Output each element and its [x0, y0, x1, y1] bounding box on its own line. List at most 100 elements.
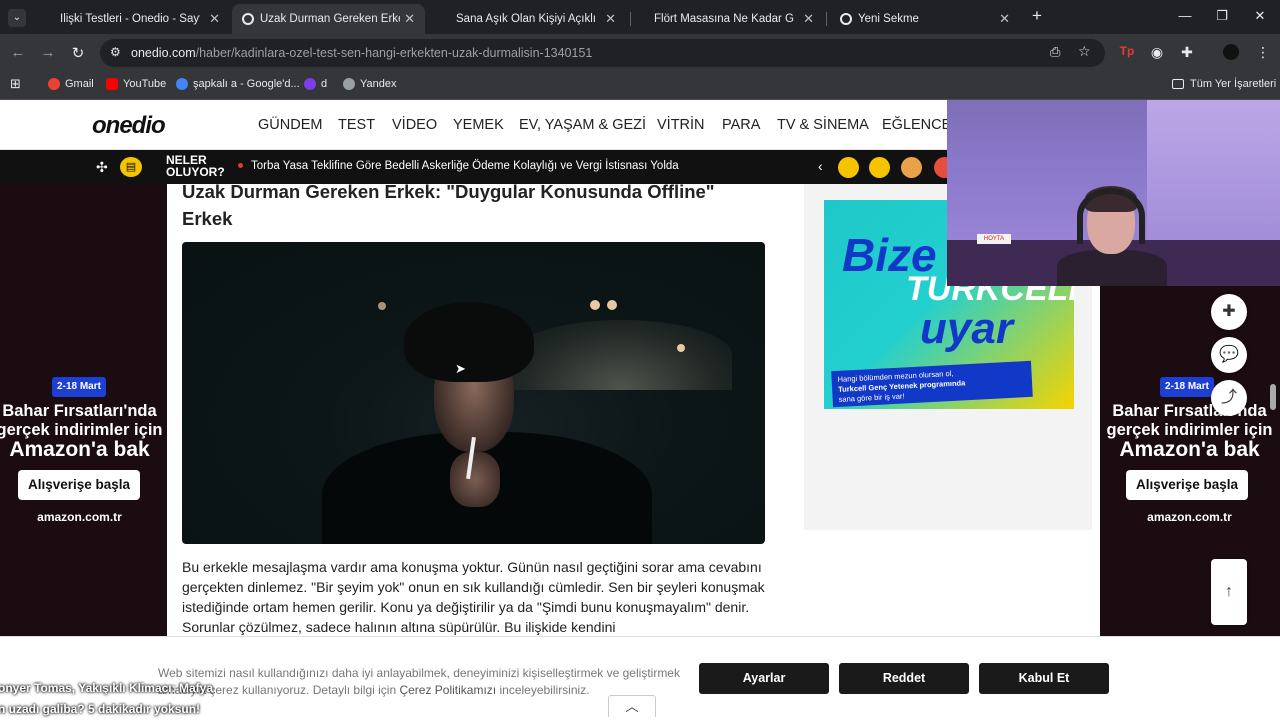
bookmark-add-icon[interactable]: ✚: [1211, 294, 1247, 330]
close-icon[interactable]: ✕: [404, 11, 415, 27]
cookie-policy-link[interactable]: Çerez Politikamızı: [399, 683, 496, 697]
apps-grid-icon[interactable]: ⊞: [10, 76, 21, 92]
extension-cookie-icon[interactable]: ◉: [1148, 44, 1166, 61]
bookmark-google[interactable]: şapkalı a - Google'd...: [176, 78, 300, 90]
ad-word-uyar: uyar: [920, 304, 1013, 353]
bookmark-gmail[interactable]: Gmail: [48, 78, 94, 90]
article-paragraph: Bu erkekle mesajlaşma vardır ama konuşma…: [182, 559, 765, 635]
photo-bg-dome: [512, 320, 732, 390]
ad-date-badge: 2-18 Mart: [52, 377, 106, 397]
categories-grid-icon[interactable]: ✣: [96, 159, 108, 176]
tab-4[interactable]: Flört Masasına Ne Kadar Güçlü ✕: [634, 4, 824, 34]
subtitle-line-1: onyer Tomas, Yakışıklı Klimacı: Mafya: [0, 681, 213, 695]
address-bar[interactable]: ⚙ onedio.com/haber/kadinlara-ozel-test-s…: [100, 39, 1105, 67]
close-icon[interactable]: ✕: [605, 11, 616, 27]
site-info-icon[interactable]: ⚙: [110, 45, 121, 59]
nav-tv-sinema[interactable]: TV & SİNEMA: [777, 117, 869, 133]
extensions-puzzle-icon[interactable]: ✚: [1178, 44, 1196, 61]
nav-eglence[interactable]: EĞLENCE: [882, 117, 951, 133]
onedio-logo[interactable]: onedio: [92, 112, 166, 140]
restore-icon[interactable]: ❐: [1212, 8, 1232, 24]
chevron-up-icon[interactable]: ︿: [608, 695, 656, 717]
all-bookmarks[interactable]: Tüm Yer İşaretleri: [1172, 78, 1276, 90]
ad-line-1: Bahar Fırsatları'nda gerçek indirimler iç…: [0, 402, 163, 439]
nav-yemek[interactable]: YEMEK: [453, 117, 504, 133]
back-icon[interactable]: ←: [8, 44, 28, 61]
ad-shop-button[interactable]: Alışverişe başla: [18, 470, 140, 500]
youtube-icon: [106, 78, 118, 90]
tab-4-label: Flört Masasına Ne Kadar Güçlü: [654, 13, 794, 25]
mouse-cursor-icon: ➤: [455, 361, 466, 376]
photo-light: [378, 302, 386, 310]
tab-3-label: Sana Aşık Olan Kişiyi Açıklıyoruz: [456, 13, 596, 25]
back-to-top-icon[interactable]: ↑: [1211, 559, 1247, 625]
nav-test[interactable]: TEST: [338, 117, 375, 133]
bookmark-youtube-label: YouTube: [123, 78, 167, 90]
bookmark-star-icon[interactable]: ☆: [1078, 43, 1091, 60]
subtitle-line-2: n uzadı galiba? 5 dakikadır yoksun!: [0, 702, 201, 716]
chevron-left-icon[interactable]: ‹: [818, 158, 823, 174]
onedio-favicon-icon: [242, 13, 254, 25]
close-icon[interactable]: ✕: [803, 11, 814, 27]
url-host: onedio.com: [131, 46, 196, 60]
ad-small-text: Hangi bölümden mezun olursan ol, Turkcell…: [831, 360, 1033, 408]
url-text[interactable]: onedio.com/haber/kadinlara-ozel-test-sen…: [131, 46, 592, 60]
ticker-headline[interactable]: Torba Yasa Teklifine Göre Bedelli Askerl…: [251, 160, 679, 172]
close-icon[interactable]: ✕: [999, 11, 1010, 27]
bookmark-d[interactable]: d: [304, 78, 327, 90]
share-icon[interactable]: ⤴: [1211, 380, 1247, 416]
photo-light: [590, 300, 600, 310]
news-icon[interactable]: ▤: [120, 157, 142, 177]
tab-1-label: İlişki Testleri - Onedio - Sayfa 2: [60, 13, 200, 25]
headphones-icon: [1077, 188, 1145, 244]
url-path: /haber/kadinlara-ozel-test-sen-hangi-erk…: [195, 46, 593, 60]
forward-icon[interactable]: →: [38, 44, 58, 61]
photo-light: [607, 300, 617, 310]
all-bookmarks-label: Tüm Yer İşaretleri: [1190, 78, 1277, 90]
article-gif-image[interactable]: ➤: [182, 242, 765, 544]
extension-tp-icon[interactable]: Tp: [1118, 44, 1136, 58]
google-icon: [176, 78, 188, 90]
nav-ev-yasam-gezi[interactable]: EV, YAŞAM & GEZİ: [519, 117, 646, 133]
webcam-person-body: [1057, 250, 1167, 286]
install-app-icon[interactable]: ⎙: [1050, 44, 1060, 60]
reload-icon[interactable]: ↻: [68, 44, 88, 62]
tab-5-label: Yeni Sekme: [858, 13, 919, 25]
bookmark-d-icon: [304, 78, 316, 90]
tab-2-active[interactable]: Uzak Durman Gereken Erkek! - ✕: [232, 4, 425, 34]
ticker-label: NELER OLUYOR?: [166, 154, 225, 178]
nav-para[interactable]: PARA: [722, 117, 760, 133]
browser-toolbar: ← → ↻ ⚙ onedio.com/haber/kadinlara-ozel-…: [0, 34, 1280, 72]
stream-subtitle-overlay: onyer Tomas, Yakışıklı Klimacı: Mafya n …: [0, 678, 260, 720]
comments-icon[interactable]: 💬: [1211, 337, 1247, 373]
ad-line-3: Amazon'a bak: [1119, 438, 1260, 461]
profile-avatar[interactable]: [1222, 44, 1240, 63]
tab-search-icon[interactable]: ⌄: [8, 9, 26, 27]
tab-5[interactable]: Yeni Sekme ✕: [830, 4, 1020, 34]
tab-1[interactable]: İlişki Testleri - Onedio - Sayfa 2 ✕: [40, 4, 230, 34]
ad-line-1: Bahar Fırsatları'nda gerçek indirimler iç…: [1106, 402, 1273, 439]
amazon-logo: amazon.com.tr: [1147, 510, 1232, 524]
gmail-icon: [48, 78, 60, 90]
story-circle-2[interactable]: [869, 157, 890, 178]
cookie-settings-button[interactable]: Ayarlar: [699, 663, 829, 694]
window-close-icon[interactable]: ✕: [1250, 8, 1270, 24]
ad-shop-button[interactable]: Alışverişe başla: [1126, 470, 1248, 500]
new-tab-icon[interactable]: +: [1027, 6, 1047, 26]
menu-kebab-icon[interactable]: ⋮: [1254, 44, 1272, 61]
nav-video[interactable]: VİDEO: [392, 117, 437, 133]
nav-gundem[interactable]: GÜNDEM: [258, 117, 322, 133]
story-circle-1[interactable]: [838, 157, 859, 178]
webcam-box: HOYTA: [977, 234, 1011, 244]
cookie-reject-button[interactable]: Reddet: [839, 663, 969, 694]
close-icon[interactable]: ✕: [209, 11, 220, 27]
scrollbar-thumb[interactable]: [1270, 384, 1276, 410]
cookie-accept-button[interactable]: Kabul Et: [979, 663, 1109, 694]
bookmark-yandex[interactable]: Yandex: [343, 78, 397, 90]
tab-3[interactable]: Sana Aşık Olan Kişiyi Açıklıyoruz ✕: [436, 4, 626, 34]
photo-figure-hand: [450, 452, 500, 507]
minimize-icon[interactable]: —: [1175, 8, 1195, 23]
bookmark-youtube[interactable]: YouTube: [106, 78, 166, 90]
story-circle-3[interactable]: [901, 157, 922, 178]
nav-vitrin[interactable]: VİTRİN: [657, 117, 705, 133]
